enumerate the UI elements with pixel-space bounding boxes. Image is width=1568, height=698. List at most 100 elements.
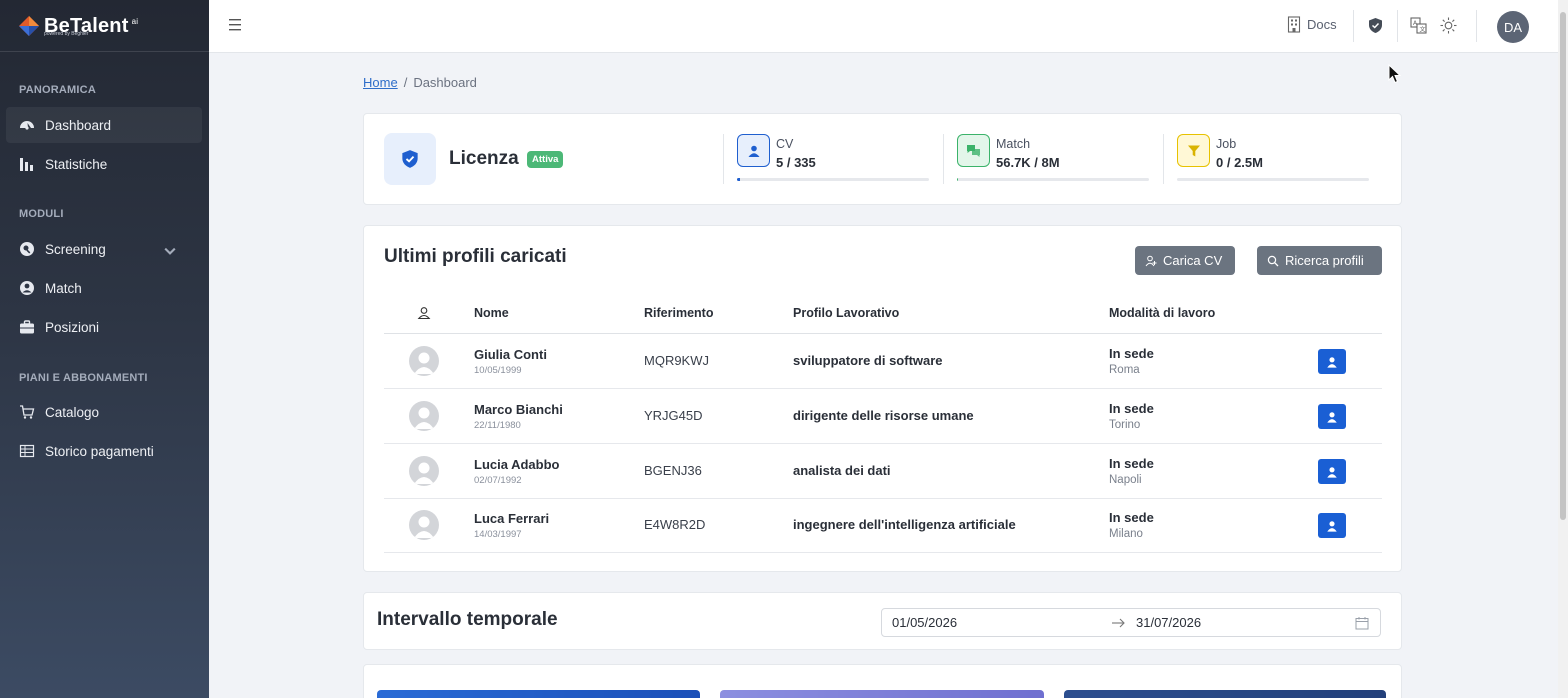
breadcrumb-separator: / <box>403 75 408 90</box>
briefcase-icon <box>20 320 34 334</box>
table-row[interactable]: Marco Bianchi 22/11/1980 YRJG45D dirigen… <box>384 389 1382 444</box>
interval-card: Intervallo temporale 01/05/2026 31/07/20… <box>363 592 1402 650</box>
topbar-divider <box>1353 10 1354 42</box>
license-status-badge: Attiva <box>527 151 564 168</box>
user-add-icon <box>1145 255 1157 266</box>
calendar-icon[interactable] <box>1355 616 1369 630</box>
work-city: Torino <box>1109 419 1141 431</box>
bar-chart-icon <box>20 158 33 171</box>
column-header-nome[interactable]: Nome <box>474 306 509 320</box>
arrow-right-icon <box>1112 618 1125 628</box>
profile-job: sviluppatore di software <box>793 353 943 368</box>
stat-progress-fill <box>737 178 740 181</box>
logo-icon <box>19 15 39 36</box>
work-city: Roma <box>1109 364 1140 376</box>
section-panoramica: PANORAMICA <box>19 84 96 96</box>
view-profile-button[interactable] <box>1318 459 1346 484</box>
docs-link[interactable]: Docs <box>1287 16 1337 33</box>
date-range-picker[interactable]: 01/05/2026 31/07/2026 <box>881 608 1381 637</box>
column-header-profilo[interactable]: Profilo Lavorativo <box>793 306 899 320</box>
upload-cv-button[interactable]: Carica CV <box>1135 246 1235 275</box>
view-profile-button[interactable] <box>1318 404 1346 429</box>
sidebar-item-label: Match <box>45 280 82 296</box>
hamburger-menu-icon[interactable] <box>229 16 243 34</box>
shield-check-icon <box>402 150 418 168</box>
table-row[interactable]: Luca Ferrari 14/03/1997 E4W8R2D ingegner… <box>384 498 1382 553</box>
user-icon <box>1327 356 1337 368</box>
building-icon <box>1287 16 1301 33</box>
work-mode: In sede <box>1109 510 1154 525</box>
stat-value: 0 / 2.5M <box>1216 155 1263 170</box>
mouse-cursor-icon <box>1388 64 1402 84</box>
work-city: Milano <box>1109 528 1143 540</box>
sun-icon[interactable] <box>1440 17 1457 34</box>
profile-birthdate: 22/11/1980 <box>474 420 521 431</box>
date-start-input[interactable]: 01/05/2026 <box>892 615 957 630</box>
profile-reference: MQR9KWJ <box>644 353 709 368</box>
view-profile-button[interactable] <box>1318 349 1346 374</box>
sidebar-item-label: Dashboard <box>45 117 112 133</box>
filter-icon <box>1177 134 1210 167</box>
sidebar-item-posizioni[interactable]: Posizioni <box>6 309 202 345</box>
column-header-modalita[interactable]: Modalità di lavoro <box>1109 306 1215 320</box>
license-title: Licenza <box>449 148 519 169</box>
summary-tile[interactable] <box>1064 690 1386 698</box>
view-profile-button[interactable] <box>1318 513 1346 538</box>
translate-icon[interactable]: A文 <box>1410 17 1427 34</box>
breadcrumb-current: Dashboard <box>413 75 477 90</box>
work-city: Napoli <box>1109 474 1142 486</box>
sidebar-item-label: Catalogo <box>45 404 100 420</box>
work-mode: In sede <box>1109 346 1154 361</box>
profile-reference: BGENJ36 <box>644 463 702 478</box>
stat-label: CV <box>776 137 794 151</box>
license-icon-box <box>384 133 436 185</box>
profile-name: Luca Ferrari <box>474 511 550 526</box>
profile-name: Lucia Adabbo <box>474 457 560 472</box>
profile-name: Marco Bianchi <box>474 402 563 417</box>
dashboard-icon <box>20 121 34 130</box>
sidebar-item-statistiche[interactable]: Statistiche <box>6 146 202 182</box>
column-header-riferimento[interactable]: Riferimento <box>644 306 713 320</box>
profile-reference: YRJG45D <box>644 408 703 423</box>
sidebar-item-label: Screening <box>45 241 106 257</box>
search-profiles-button[interactable]: Ricerca profili <box>1257 246 1382 275</box>
breadcrumb-home-link[interactable]: Home <box>363 75 398 90</box>
avatar <box>409 456 439 486</box>
breadcrumb: Home / Dashboard <box>363 75 477 90</box>
shield-check-icon[interactable] <box>1367 17 1384 34</box>
sidebar-item-dashboard[interactable]: Dashboard <box>6 107 202 143</box>
profile-reference: E4W8R2D <box>644 517 706 532</box>
license-card: Licenza Attiva CV 5 / 335 Match 56.7K / … <box>363 113 1402 205</box>
stat-progress-bar <box>737 178 929 181</box>
sidebar-item-storico-pagamenti[interactable]: Storico pagamenti <box>6 433 202 469</box>
sidebar-item-label: Posizioni <box>45 319 100 335</box>
sidebar-item-catalogo[interactable]: Catalogo <box>6 394 202 430</box>
scrollbar-thumb[interactable] <box>1560 12 1566 520</box>
user-avatar[interactable]: DA <box>1497 11 1529 43</box>
sidebar-item-screening[interactable]: Screening <box>6 231 202 267</box>
table-row[interactable]: Lucia Adabbo 02/07/1992 BGENJ36 analista… <box>384 444 1382 499</box>
stat-value: 56.7K / 8M <box>996 155 1060 170</box>
sidebar-item-match[interactable]: Match <box>6 270 202 306</box>
avatar <box>409 510 439 540</box>
topbar: Docs A文 DA <box>209 0 1558 53</box>
summary-tile[interactable] <box>720 690 1044 698</box>
cart-icon <box>20 405 35 419</box>
brand[interactable]: BeTalent ai powered by Beghler <box>0 0 209 52</box>
table-row[interactable]: Giulia Conti 10/05/1999 MQR9KWJ sviluppa… <box>384 334 1382 389</box>
upload-cv-label: Carica CV <box>1163 253 1223 268</box>
topbar-divider <box>1476 10 1477 42</box>
table-icon <box>19 444 35 458</box>
stat-progress-fill <box>957 178 959 181</box>
profiles-card: Ultimi profili caricati Carica CV Ricerc… <box>363 225 1402 572</box>
profile-birthdate: 10/05/1999 <box>474 365 522 376</box>
sidebar: BeTalent ai powered by Beghler PANORAMICA… <box>0 0 209 698</box>
stat-label: Match <box>996 137 1031 151</box>
search-icon <box>1267 255 1279 266</box>
stat-label: Job <box>1216 137 1237 151</box>
stat-divider <box>723 134 724 184</box>
interval-title: Intervallo temporale <box>377 609 558 630</box>
date-end-input[interactable]: 31/07/2026 <box>1136 615 1201 630</box>
summary-tile[interactable] <box>377 690 700 698</box>
profile-name: Giulia Conti <box>474 347 547 362</box>
